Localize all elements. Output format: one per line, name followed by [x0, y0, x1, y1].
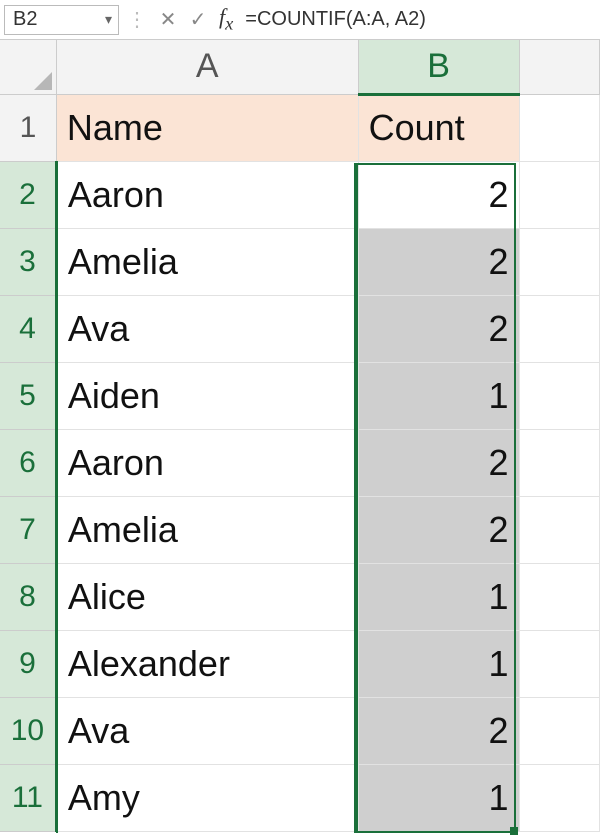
cell-A6[interactable]: Aaron — [56, 429, 358, 496]
cell-B4[interactable]: 2 — [358, 295, 519, 362]
cell-A7[interactable]: Amelia — [56, 496, 358, 563]
spreadsheet-grid[interactable]: A B 1 Name Count 2 Aaron 2 3 Amelia 2 4 … — [0, 40, 600, 832]
row-header-7[interactable]: 7 — [0, 496, 56, 563]
cell-B3[interactable]: 2 — [358, 228, 519, 295]
row-header-9[interactable]: 9 — [0, 630, 56, 697]
cell-C5[interactable] — [519, 362, 599, 429]
row-header-2[interactable]: 2 — [0, 161, 56, 228]
cell-C10[interactable] — [519, 697, 599, 764]
formula-input[interactable] — [241, 5, 596, 35]
cell-A8[interactable]: Alice — [56, 563, 358, 630]
cell-B8[interactable]: 1 — [358, 563, 519, 630]
row-header-11[interactable]: 11 — [0, 764, 56, 831]
column-header-B[interactable]: B — [358, 40, 519, 94]
cell-B1[interactable]: Count — [358, 94, 519, 161]
accept-icon[interactable]: ✓ — [185, 7, 211, 32]
cell-A1[interactable]: Name — [56, 94, 358, 161]
name-box-value: B2 — [13, 8, 37, 31]
row-header-5[interactable]: 5 — [0, 362, 56, 429]
cell-C11[interactable] — [519, 764, 599, 831]
cell-C4[interactable] — [519, 295, 599, 362]
cell-C7[interactable] — [519, 496, 599, 563]
row-header-8[interactable]: 8 — [0, 563, 56, 630]
row-header-3[interactable]: 3 — [0, 228, 56, 295]
cell-A11[interactable]: Amy — [56, 764, 358, 831]
cell-A5[interactable]: Aiden — [56, 362, 358, 429]
cell-C1[interactable] — [519, 94, 599, 161]
cell-A3[interactable]: Amelia — [56, 228, 358, 295]
cancel-icon[interactable]: ✕ — [155, 7, 181, 32]
formula-bar: B2 ▾ ⋮ ✕ ✓ fx — [0, 0, 600, 40]
name-box[interactable]: B2 ▾ — [4, 5, 119, 35]
row-header-10[interactable]: 10 — [0, 697, 56, 764]
cell-C9[interactable] — [519, 630, 599, 697]
cell-A10[interactable]: Ava — [56, 697, 358, 764]
cell-B7[interactable]: 2 — [358, 496, 519, 563]
column-header-blank[interactable] — [519, 40, 599, 94]
cell-B5[interactable]: 1 — [358, 362, 519, 429]
cell-C6[interactable] — [519, 429, 599, 496]
select-all-corner[interactable] — [0, 40, 56, 94]
cell-A9[interactable]: Alexander — [56, 630, 358, 697]
fx-icon[interactable]: fx — [219, 4, 233, 34]
cell-C3[interactable] — [519, 228, 599, 295]
row-header-6[interactable]: 6 — [0, 429, 56, 496]
separator-icon: ⋮ — [127, 7, 147, 32]
cell-A2[interactable]: Aaron — [56, 161, 358, 228]
column-header-A[interactable]: A — [56, 40, 358, 94]
cell-B2[interactable]: 2 — [358, 161, 519, 228]
cell-B6[interactable]: 2 — [358, 429, 519, 496]
chevron-down-icon[interactable]: ▾ — [105, 11, 112, 28]
row-header-4[interactable]: 4 — [0, 295, 56, 362]
cell-C8[interactable] — [519, 563, 599, 630]
cell-B9[interactable]: 1 — [358, 630, 519, 697]
row-header-1[interactable]: 1 — [0, 94, 56, 161]
cell-B10[interactable]: 2 — [358, 697, 519, 764]
cell-B11[interactable]: 1 — [358, 764, 519, 831]
cell-C2[interactable] — [519, 161, 599, 228]
cell-A4[interactable]: Ava — [56, 295, 358, 362]
